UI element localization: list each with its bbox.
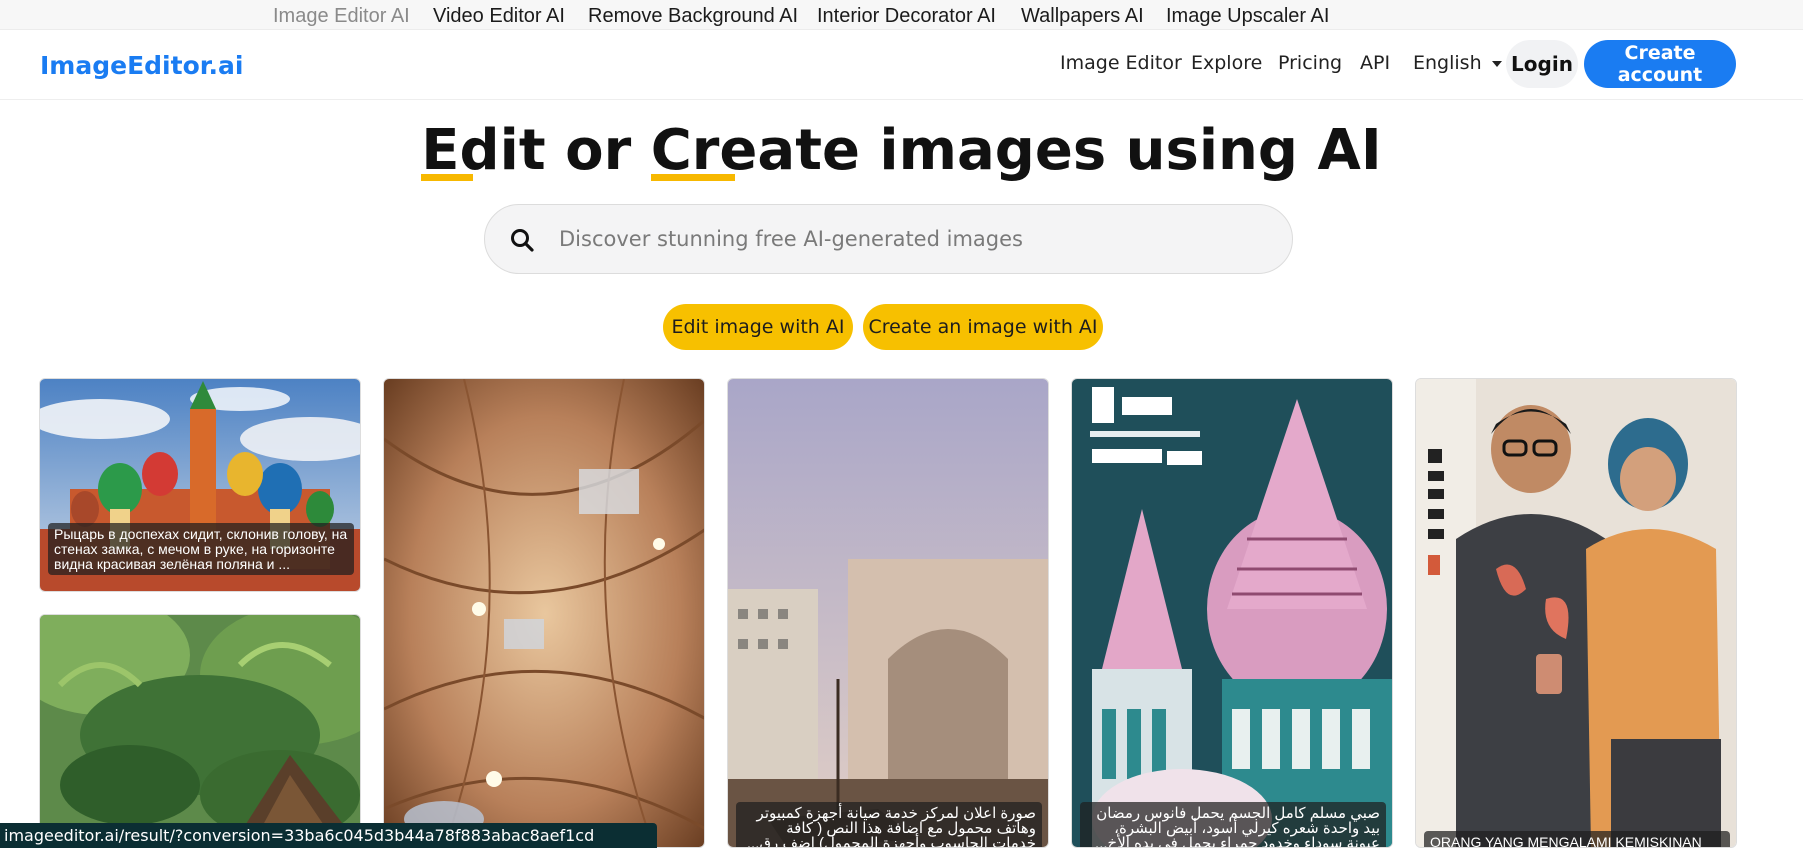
gallery-card[interactable]: صبي مسلم كامل الجسم يحمل فانوس رمضان بيد… xyxy=(1071,378,1393,848)
nav-pricing[interactable]: Pricing xyxy=(1278,52,1342,74)
gallery-card[interactable] xyxy=(383,378,705,848)
caret-down-icon xyxy=(1491,60,1502,67)
nav-image-editor[interactable]: Image Editor xyxy=(1060,52,1182,74)
top-link-image-upscaler-ai[interactable]: Image Upscaler AI xyxy=(1166,5,1329,28)
product-strip: Image Editor AI Video Editor AI Remove B… xyxy=(0,0,1803,30)
language-dropdown[interactable]: English xyxy=(1413,52,1502,74)
gallery-image-couple xyxy=(1416,379,1736,847)
gallery-card[interactable] xyxy=(39,614,361,848)
title-word-create: Create xyxy=(650,118,860,183)
nav-api[interactable]: API xyxy=(1360,52,1390,74)
create-account-button[interactable]: Create account xyxy=(1584,40,1736,88)
top-link-video-editor-ai[interactable]: Video Editor AI xyxy=(433,5,565,28)
gallery-card[interactable]: Рыцарь в доспехах сидит, склонив голову,… xyxy=(39,378,361,592)
top-link-image-editor-ai[interactable]: Image Editor AI xyxy=(273,5,410,28)
card-caption: صبي مسلم كامل الجسم يحمل فانوس رمضان بيد… xyxy=(1080,802,1386,847)
nav-explore[interactable]: Explore xyxy=(1191,52,1262,74)
gallery-image-palms xyxy=(40,615,360,847)
title-text-or: or xyxy=(545,118,651,183)
top-link-remove-background-ai[interactable]: Remove Background AI xyxy=(588,5,798,28)
language-label: English xyxy=(1413,52,1482,74)
gallery-image-mosque xyxy=(1072,379,1392,847)
site-header: ImageEditor.ai Image Editor Explore Pric… xyxy=(0,30,1803,100)
page-title: Edit or Create images using AI xyxy=(0,118,1803,183)
title-word-edit: Edit xyxy=(421,118,546,183)
gallery-card[interactable]: ORANG YANG MENGALAMI KEMISKINAN xyxy=(1415,378,1737,848)
top-link-interior-decorator-ai[interactable]: Interior Decorator AI xyxy=(817,5,996,28)
top-link-wallpapers-ai[interactable]: Wallpapers AI xyxy=(1021,5,1144,28)
site-logo[interactable]: ImageEditor.ai xyxy=(40,51,243,80)
login-button[interactable]: Login xyxy=(1506,40,1578,88)
search-input[interactable] xyxy=(559,215,1259,263)
title-text-rest: images using AI xyxy=(859,118,1382,183)
card-caption: Рыцарь в доспехах сидит, склонив голову,… xyxy=(48,523,354,575)
gallery-image-city-arch xyxy=(728,379,1048,847)
create-image-button[interactable]: Create an image with AI xyxy=(863,304,1103,350)
card-caption: صورة اعلان لمركز خدمة صيانة أجهزة كمبيوت… xyxy=(736,802,1042,847)
gallery-card[interactable]: صورة اعلان لمركز خدمة صيانة أجهزة كمبيوت… xyxy=(727,378,1049,848)
gallery-image-wood-room xyxy=(384,379,704,847)
card-caption: ORANG YANG MENGALAMI KEMISKINAN xyxy=(1424,831,1730,847)
search-bar xyxy=(484,204,1293,274)
search-icon[interactable] xyxy=(509,227,535,253)
edit-image-button[interactable]: Edit image with AI xyxy=(663,304,853,350)
status-url: imageeditor.ai/result/?conversion=33ba6c… xyxy=(0,823,657,848)
